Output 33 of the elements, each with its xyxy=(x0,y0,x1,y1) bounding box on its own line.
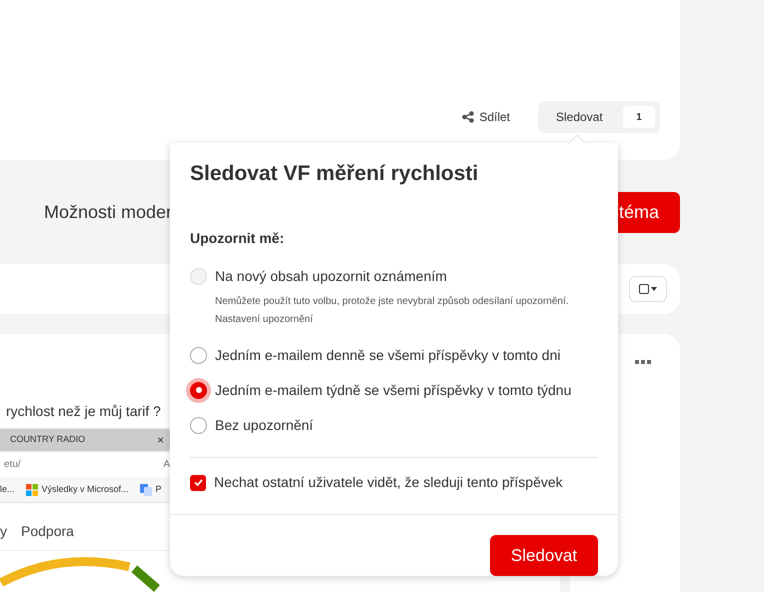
radio-label[interactable]: Bez upozornění xyxy=(215,414,314,436)
moderation-options-label: Možnosti moder xyxy=(44,200,172,224)
post-question: rychlost než je můj tarif ? xyxy=(6,403,161,419)
follow-button[interactable]: Sledovat 1 xyxy=(538,101,660,133)
submit-button[interactable]: Sledovat xyxy=(490,535,598,576)
notify-label: Upozornit mě: xyxy=(189,228,286,248)
browser-tab[interactable]: COUNTRY RADIO × xyxy=(0,428,170,451)
caret-icon xyxy=(651,287,657,291)
checkbox[interactable] xyxy=(190,474,206,491)
more-icon[interactable] xyxy=(635,360,651,365)
share-link[interactable]: Sdílet xyxy=(462,101,510,133)
share-icon xyxy=(462,111,474,123)
radio-label[interactable]: Jedním e-mailem týdně se všemi příspěvky v tomto týdnu xyxy=(215,380,572,400)
select-dropdown[interactable] xyxy=(629,276,667,302)
close-icon[interactable]: × xyxy=(156,430,164,449)
bookmark-link[interactable]: le... xyxy=(0,482,15,496)
four-squares-icon xyxy=(26,484,38,496)
check-icon xyxy=(194,479,202,486)
site-nav-link[interactable]: y xyxy=(0,520,7,542)
browser-tab-title: COUNTRY RADIO xyxy=(10,433,86,446)
checkbox[interactable] xyxy=(639,284,649,294)
bookmark-link[interactable]: P xyxy=(156,482,162,496)
hint-text: Nemůžete použít tuto volbu, protože jste nevybral způsob odesílaní upozornění. xyxy=(214,294,570,308)
address-text: etu/ xyxy=(4,458,21,472)
radio-button[interactable] xyxy=(190,346,207,364)
radio-label[interactable]: Jedním e-mailem denně se všemi příspěvky v tomto dni xyxy=(215,344,560,366)
bookmark-link[interactable]: Výsledky v Microsof... xyxy=(42,482,129,496)
follow-count: 1 xyxy=(623,106,655,128)
site-nav-link[interactable]: Podpora xyxy=(21,520,74,542)
address-suffix: A xyxy=(163,458,170,472)
checkbox-label[interactable]: Nechat ostatní uživatele vidět, že sleduji tento příspěvek xyxy=(214,472,563,494)
popover-title: Sledovat VF měření rychlosti xyxy=(189,161,480,187)
radio-button[interactable] xyxy=(190,416,207,434)
